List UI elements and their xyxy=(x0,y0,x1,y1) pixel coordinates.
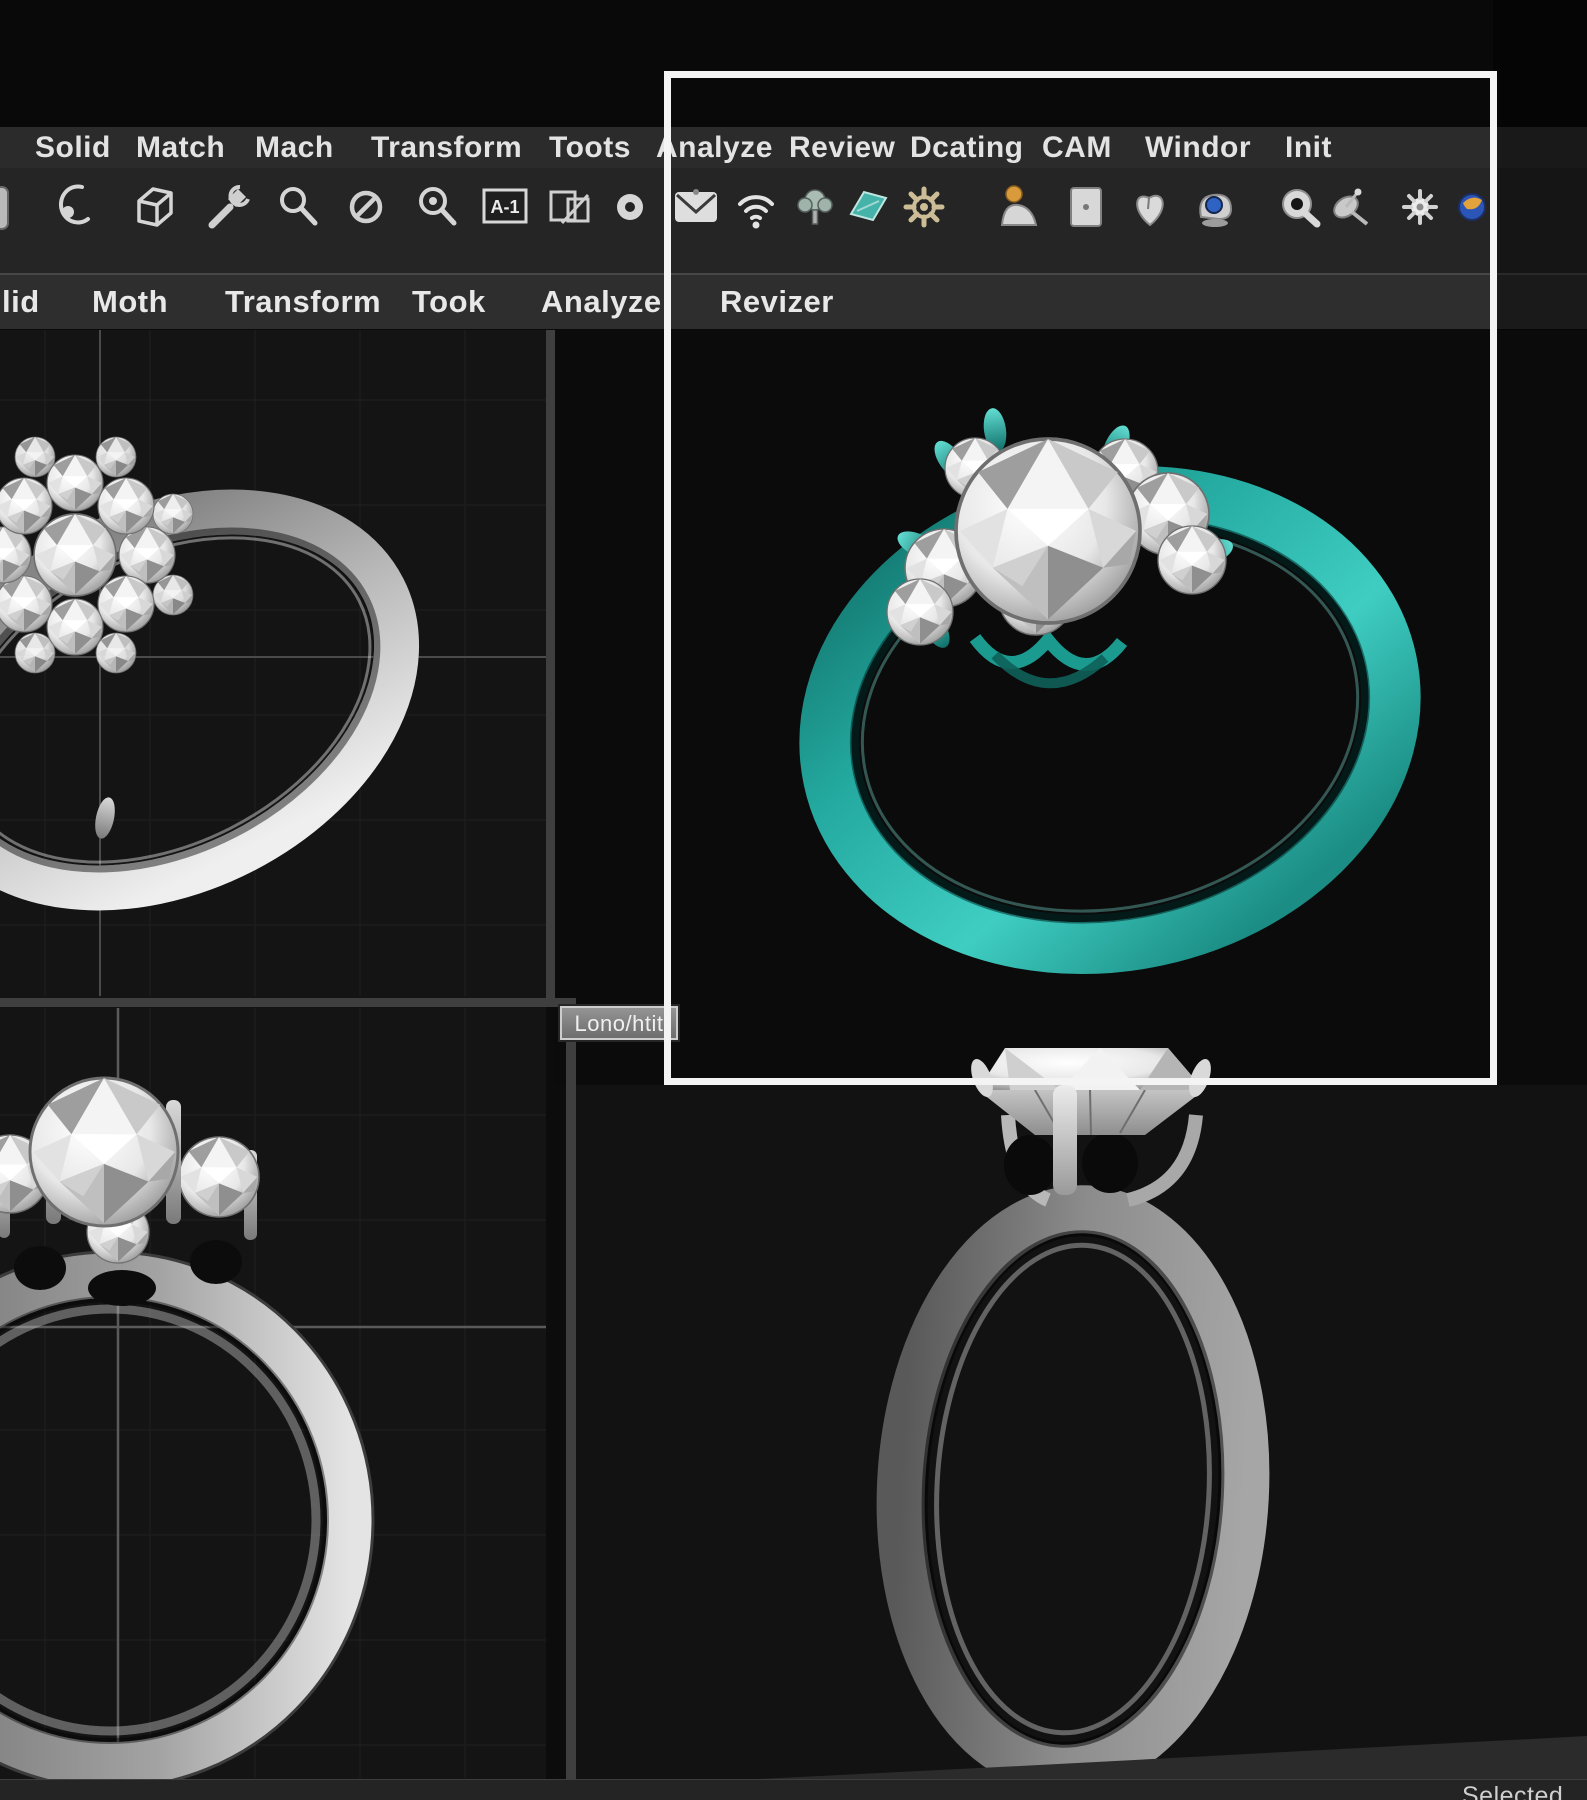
tab-lid[interactable]: lid xyxy=(2,275,40,329)
viewport-top-left[interactable] xyxy=(0,330,546,998)
menu-item-mach[interactable]: Mach xyxy=(255,127,334,168)
menu-item-match[interactable]: Match xyxy=(136,127,225,168)
right-edge-shade xyxy=(1493,0,1587,330)
svg-text:A-1: A-1 xyxy=(490,197,519,217)
tab-analyze[interactable]: Analyze xyxy=(541,275,662,329)
menu-item-transform[interactable]: Transform xyxy=(371,127,522,168)
viewport-title-label[interactable]: Lono/htit xyxy=(560,1006,678,1040)
highlight-box xyxy=(664,71,1497,1085)
status-selected-text: Selected xyxy=(1462,1782,1563,1800)
clipboard-icon[interactable] xyxy=(0,179,24,235)
magnifier-dot-icon[interactable] xyxy=(408,179,464,235)
curve-tool-icon[interactable] xyxy=(52,179,108,235)
wrench-icon[interactable] xyxy=(200,179,256,235)
viewport-divider-vertical-top[interactable] xyxy=(546,330,555,1007)
tab-took[interactable]: Took xyxy=(412,275,486,329)
viewport-divider-vertical-bottom[interactable] xyxy=(566,1005,576,1779)
menu-item-solid[interactable]: Solid xyxy=(35,127,111,168)
status-bar: Selected xyxy=(0,1779,1587,1800)
tab-moth[interactable]: Moth xyxy=(92,275,168,329)
a1-annotation-icon[interactable]: A-1 xyxy=(477,179,533,235)
drafting-sheets-icon[interactable] xyxy=(542,179,598,235)
box-tool-icon[interactable] xyxy=(126,179,182,235)
no-entry-icon[interactable] xyxy=(338,179,394,235)
tab-transform[interactable]: Transform xyxy=(225,275,381,329)
viewport-bottom-left[interactable] xyxy=(0,1007,546,1779)
magnifier-icon[interactable] xyxy=(270,179,326,235)
viewport-bottom-right[interactable] xyxy=(576,1085,1587,1779)
menu-item-toots[interactable]: Toots xyxy=(549,127,631,168)
record-dot-icon[interactable] xyxy=(602,179,658,235)
viewport-divider-horizontal[interactable] xyxy=(0,998,576,1007)
cad-application-window: Solid Match Mach Transform Toots Analyze… xyxy=(0,0,1587,1800)
